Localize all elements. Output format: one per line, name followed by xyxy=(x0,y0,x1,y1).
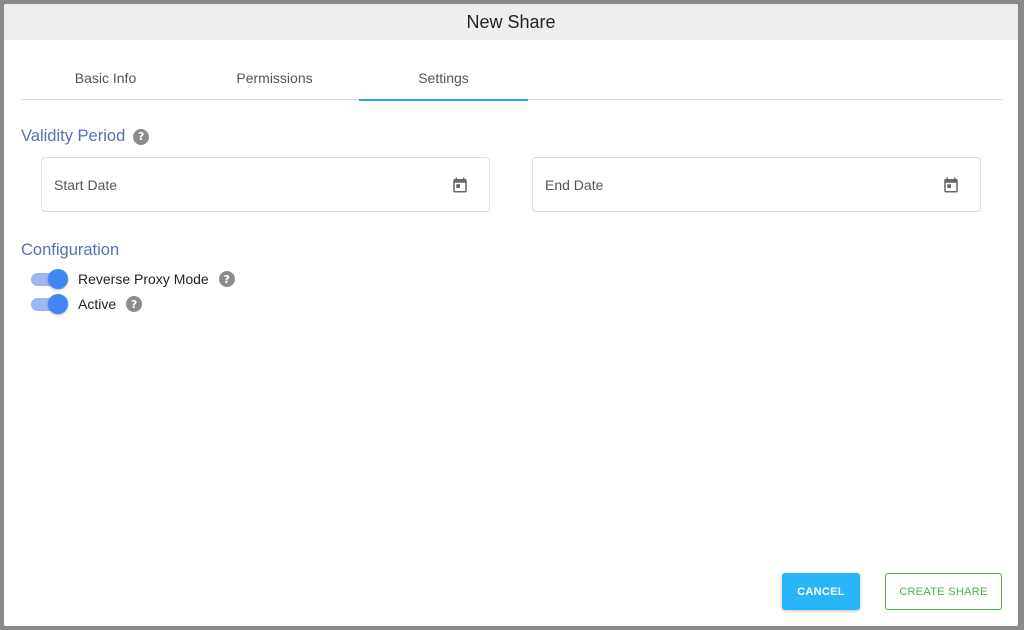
create-share-button[interactable]: CREATE SHARE xyxy=(885,573,1002,610)
toggle-row-active: Active ? xyxy=(31,294,143,314)
start-date-placeholder: Start Date xyxy=(54,176,118,193)
start-date-field[interactable]: Start Date xyxy=(41,157,490,212)
question-circle-icon[interactable]: ? xyxy=(218,271,235,287)
toggle-row-reverse-proxy: Reverse Proxy Mode ? xyxy=(31,269,235,289)
calendar-icon[interactable] xyxy=(451,176,469,194)
calendar-icon[interactable] xyxy=(942,176,960,194)
tab-label: Permissions xyxy=(236,70,313,86)
toggle-knob xyxy=(48,269,68,289)
question-circle-icon[interactable]: ? xyxy=(133,128,150,145)
tab-basic-info[interactable]: Basic Info xyxy=(21,56,190,100)
tab-settings[interactable]: Settings xyxy=(359,56,528,101)
tab-label: Settings xyxy=(418,70,469,86)
tab-label: Basic Info xyxy=(74,70,137,86)
validity-period-label: Validity Period xyxy=(21,127,126,145)
question-circle-icon[interactable]: ? xyxy=(126,296,143,312)
end-date-field[interactable]: End Date xyxy=(532,157,981,212)
reverse-proxy-toggle[interactable] xyxy=(31,269,68,289)
tab-permissions[interactable]: Permissions xyxy=(190,56,359,100)
reverse-proxy-label: Reverse Proxy Mode xyxy=(78,271,209,287)
configuration-label: Configuration xyxy=(21,241,120,259)
end-date-placeholder: End Date xyxy=(545,176,604,193)
new-share-dialog: New Share Basic Info Permissions Setting… xyxy=(4,4,1018,626)
toggle-knob xyxy=(48,294,68,314)
cancel-button[interactable]: CANCEL xyxy=(782,573,860,610)
dialog-title-bar: New Share xyxy=(4,4,1018,40)
active-label: Active xyxy=(78,296,117,312)
dialog-title: New Share xyxy=(466,11,556,32)
tab-bar: Basic Info Permissions Settings xyxy=(21,56,1003,101)
validity-period-title: Validity Period ? xyxy=(21,127,150,146)
active-toggle[interactable] xyxy=(31,294,68,314)
configuration-title: Configuration xyxy=(21,241,119,260)
